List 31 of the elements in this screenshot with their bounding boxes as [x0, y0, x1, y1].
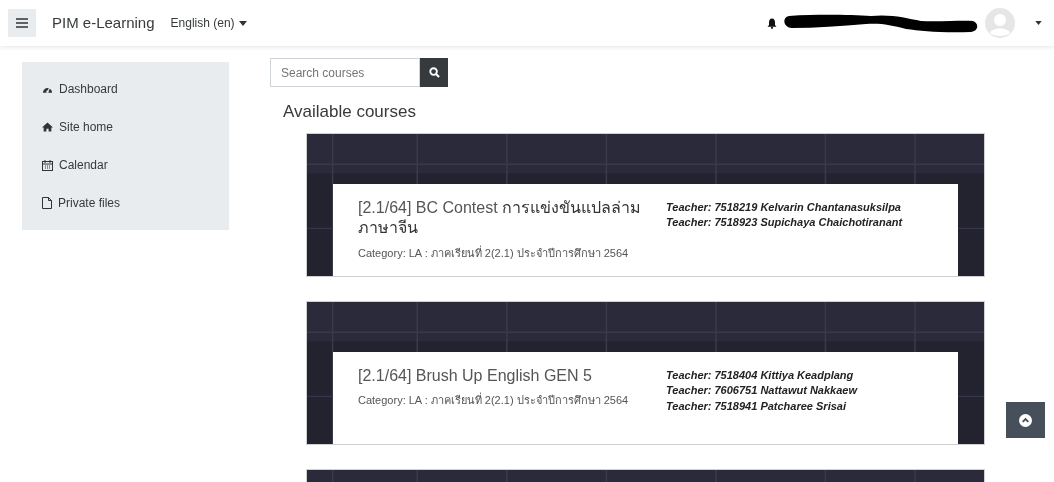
site-name[interactable]: PIM e-Learning	[52, 11, 155, 35]
teacher-name: Teacher: 7518923 Supichaya Chaichotiranant	[666, 215, 903, 231]
teacher-name: Teacher: 7518219 Kelvarin Chantanasuksilpa	[666, 199, 902, 215]
chevron-up-icon	[1019, 413, 1032, 427]
course-card[interactable]: [2.1/64] Brush Up English GEN 5 Category: LA : ภาคเรียนที่ 2(2.1) ประจำปีการศึกษา 2564 Teacher: 7518404 Kittiya Keadplang Teacher: 7606751 Nattawut Nakkaew Teacher: 7518941 Patcharee Srisai	[306, 300, 985, 445]
teacher-name: Teacher: 7518404 Kittiya Keadplang	[666, 367, 855, 383]
menu-icon	[16, 18, 28, 28]
course-title[interactable]: [2.1/64] Brush Up English GEN 5	[358, 365, 648, 387]
sidebar-item[interactable]: Site home	[22, 108, 229, 146]
course-title[interactable]: [2.1/64] BC Contest การแข่งขันแปลล่ามภาษาจีน	[358, 197, 648, 240]
course-category: Category: LA : ภาคเรียนที่ 2(2.1) ประจำปีการศึกษา 2564	[358, 392, 630, 409]
caret-icon[interactable]	[1035, 21, 1042, 25]
file-icon	[42, 197, 52, 209]
teacher-name: Teacher: 7518941 Patcharee Srisai	[666, 399, 848, 415]
menu-button[interactable]	[8, 9, 36, 37]
teacher-name: Teacher: 7606751 Nattawut Nakkaew	[666, 383, 857, 399]
course-card[interactable]: [2.1/64] BC Contest การแข่งขันแปลล่ามภาษาจีน Category: LA : ภาคเรียนที่ 2(2.1) ประจำปีการศึกษา 2564 Teacher: 7518219 Kelvarin Chantanasuksilpa Teacher: 7518923 Supichaya Chaichotiranant	[306, 132, 985, 277]
course-category: Category: LA : ภาคเรียนที่ 2(2.1) ประจำปีการศึกษา 2564	[358, 245, 630, 262]
calendar-icon	[42, 159, 53, 171]
search-button[interactable]	[420, 58, 448, 87]
bell-icon[interactable]	[767, 17, 777, 29]
sidebar-item[interactable]: Dashboard	[22, 70, 229, 108]
search-field[interactable]: Search courses	[270, 58, 420, 87]
language-menu[interactable]: English (en)	[170, 14, 247, 32]
sidebar-item[interactable]: Private files	[22, 184, 229, 222]
back-to-top-button[interactable]	[1006, 402, 1045, 438]
sidebar-item[interactable]: Calendar	[22, 146, 229, 184]
search-icon	[428, 67, 440, 78]
section-heading: Available courses	[283, 101, 417, 123]
home-icon	[42, 122, 53, 132]
caret-icon	[238, 20, 247, 26]
